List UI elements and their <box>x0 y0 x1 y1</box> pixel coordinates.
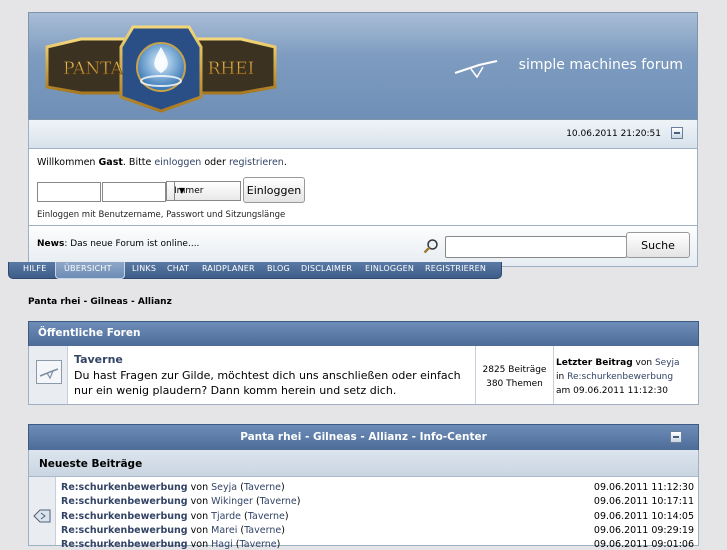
info-center-body: Neueste Beiträge Re:schurkenbewerbung vo… <box>28 450 699 550</box>
post-user-link[interactable]: Marei <box>211 525 237 536</box>
search-button[interactable]: Suche <box>626 232 690 258</box>
login-link[interactable]: einloggen <box>154 157 201 168</box>
post-board-link[interactable]: Taverne <box>248 511 285 522</box>
post-board-link[interactable]: Taverne <box>260 496 297 507</box>
password-input[interactable] <box>102 182 166 202</box>
board-post-count: 2825 Beiträge <box>482 365 547 375</box>
menu-item-chat[interactable]: CHAT <box>167 264 189 273</box>
panta-rhei-logo[interactable]: PANTA RHEI <box>41 17 281 113</box>
post-date: 09.06.2011 10:17:11 <box>593 496 694 507</box>
board-topic-count: 380 Themen <box>486 379 543 389</box>
register-link[interactable]: registrieren <box>229 157 284 168</box>
category-title[interactable]: Öffentliche Foren <box>38 327 140 339</box>
info-center-title: Panta rhei - Gilneas - Allianz - Info-Ce… <box>240 431 487 443</box>
board-status-icon <box>36 360 62 384</box>
post-date: 09.06.2011 10:14:05 <box>593 511 694 522</box>
menu-item-hilfe[interactable]: HILFE <box>23 264 47 273</box>
board-stats-cell: 2825 Beiträge 380 Themen <box>476 346 554 404</box>
board-name-link[interactable]: Taverne <box>74 353 123 366</box>
post-topic-link[interactable]: Re:schurkenbewerbung <box>61 496 188 507</box>
smf-icon <box>454 60 498 79</box>
last-post-date: 09.06.2011 11:12:30 <box>573 386 668 396</box>
post-topic-link[interactable]: Re:schurkenbewerbung <box>61 525 188 536</box>
forum-header: PANTA RHEI simple machines forum <box>28 12 698 120</box>
last-post-user-link[interactable]: Seyja <box>655 358 680 368</box>
list-item: Re:schurkenbewerbung von Marei (Taverne) <box>61 525 285 536</box>
collapse-info-center-icon[interactable] <box>670 431 682 443</box>
post-board-link[interactable]: Taverne <box>244 525 281 536</box>
newest-posts-title[interactable]: Neueste Beiträge <box>39 458 142 470</box>
username-input[interactable] <box>37 182 101 202</box>
svg-text:PANTA: PANTA <box>63 59 123 79</box>
welcome-text: Willkommen Gast. Bitte einloggen oder re… <box>37 157 287 168</box>
menu-item-uebersicht[interactable]: ÜBERSICHT <box>64 264 112 273</box>
post-date: 09.06.2011 11:12:30 <box>593 482 694 493</box>
post-topic-link[interactable]: Re:schurkenbewerbung <box>61 511 188 522</box>
recent-posts-icon <box>33 509 51 523</box>
guest-label: Gast <box>98 157 123 168</box>
login-button[interactable]: Einloggen <box>243 177 305 203</box>
search-icon[interactable] <box>423 238 439 254</box>
breadcrumb-home-link[interactable]: Panta rhei - Gilneas - Allianz <box>28 297 172 307</box>
board-stats: 2825 Beiträge 380 Themen <box>476 363 553 391</box>
post-date: 09.06.2011 09:29:19 <box>593 525 694 536</box>
board-row-taverne: Taverne Du hast Fragen zur Gilde, möchte… <box>28 346 699 405</box>
newest-posts-header: Neueste Beiträge <box>29 450 698 477</box>
post-user-link[interactable]: Wikinger <box>211 496 253 507</box>
news-bar: News: Das neue Forum ist online.... Such… <box>28 226 698 267</box>
search-input[interactable] <box>445 236 627 258</box>
last-post-topic-link[interactable]: Re:schurkenbewerbung <box>567 372 673 382</box>
menu-item-einloggen[interactable]: EINLOGGEN <box>365 264 414 273</box>
collapse-header-icon[interactable] <box>671 127 683 139</box>
list-item: Re:schurkenbewerbung von Seyja (Taverne) <box>61 482 285 493</box>
svg-text:RHEI: RHEI <box>208 59 255 79</box>
news-text: News: Das neue Forum ist online.... <box>37 239 200 249</box>
info-center-header: Panta rhei - Gilneas - Allianz - Info-Ce… <box>28 424 699 451</box>
post-user-link[interactable]: Tjarde <box>211 511 241 522</box>
news-label: News <box>37 239 65 249</box>
current-date: 10.06.2011 21:20:51 <box>566 129 661 139</box>
post-topic-link[interactable]: Re:schurkenbewerbung <box>61 482 188 493</box>
board-last-post: Letzter Beitrag von Seyja in Re:schurken… <box>556 358 680 396</box>
breadcrumb: Panta rhei - Gilneas - Allianz <box>28 297 172 307</box>
menu-item-registrieren[interactable]: REGISTRIEREN <box>425 264 486 273</box>
category-header: Öffentliche Foren <box>28 321 699 347</box>
board-icon-cell <box>29 346 68 404</box>
newest-posts-icon-cell <box>29 477 56 545</box>
board-description: Du hast Fragen zur Gilde, möchtest dich … <box>74 369 461 397</box>
menu-item-disclaimer[interactable]: DISCLAIMER <box>301 264 352 273</box>
menu-item-raidplaner[interactable]: RAIDPLANER <box>202 264 255 273</box>
session-length-select[interactable]: Immer ▼ <box>166 181 241 201</box>
smf-label: simple machines forum <box>518 57 683 73</box>
chevron-down-icon[interactable]: ▼ <box>174 182 189 200</box>
post-board-link[interactable]: Taverne <box>244 482 281 493</box>
menu-item-blog[interactable]: BLOG <box>267 264 290 273</box>
list-item: Re:schurkenbewerbung von Wikinger (Taver… <box>61 496 301 507</box>
board-info-cell: Taverne Du hast Fragen zur Gilde, möchte… <box>68 346 476 404</box>
date-bar: 10.06.2011 21:20:51 <box>28 120 698 149</box>
post-user-link[interactable]: Seyja <box>211 482 237 493</box>
page-wrapper: PANTA RHEI simple machines forum 10.06.2… <box>28 12 698 267</box>
login-panel: Willkommen Gast. Bitte einloggen oder re… <box>28 149 698 226</box>
list-item: Re:schurkenbewerbung von Tjarde (Taverne… <box>61 511 289 522</box>
menu-item-links[interactable]: LINKS <box>132 264 156 273</box>
main-menu: HILFE ÜBERSICHT LINKS CHAT RAIDPLANER BL… <box>8 262 502 279</box>
login-hint: Einloggen mit Benutzername, Passwort und… <box>37 210 286 220</box>
